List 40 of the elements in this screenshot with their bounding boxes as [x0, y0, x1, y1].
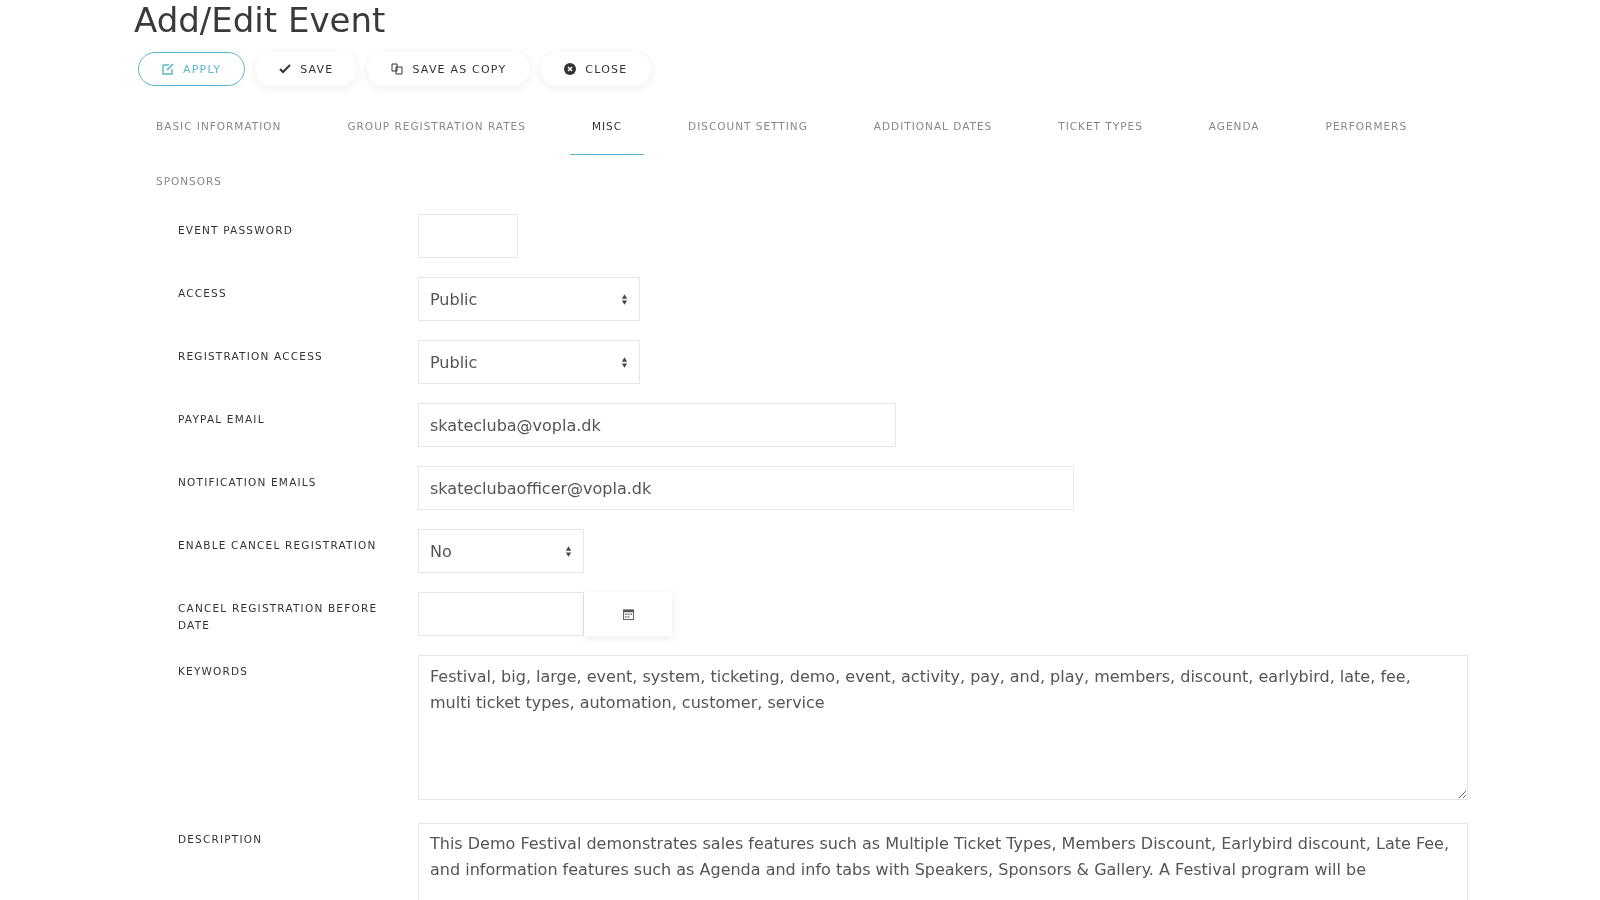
sort-arrows-icon [621, 293, 628, 305]
field-label: ACCESS [178, 286, 228, 301]
password-field[interactable] [418, 214, 518, 258]
check-icon [279, 63, 292, 75]
select-field[interactable]: Public [418, 340, 640, 384]
text-field[interactable]: skateclubaofficer@vopla.dk [418, 466, 1074, 510]
tab[interactable]: MISC [569, 100, 645, 155]
calendar-button[interactable] [584, 592, 672, 636]
copy-icon [391, 63, 404, 75]
field-label: ENABLE CANCEL REGISTRATION [178, 538, 378, 553]
copy-button[interactable]: SAVE AS COPY [367, 52, 531, 86]
save-button[interactable]: SAVE [255, 52, 358, 86]
field-label: REGISTRATION ACCESS [178, 349, 324, 364]
tab[interactable]: DISCOUNT SETTING [666, 100, 830, 155]
field-label: EVENT PASSWORD [178, 223, 295, 238]
tab[interactable]: GROUP REGISTRATION RATES [325, 100, 548, 155]
select-field[interactable]: No [418, 529, 584, 573]
date-field[interactable] [418, 592, 584, 636]
tab[interactable]: ADDITIONAL DATES [851, 100, 1015, 155]
page-title: Add/Edit Event [134, 0, 387, 40]
select-field[interactable]: Public [418, 277, 640, 321]
field-label: PAYPAL EMAIL [178, 412, 266, 427]
keywords-field[interactable]: Festival, big, large, event, system, ticketing, demo, event, activity, pay, and, play, members, discount, earlybird, late, fee, multi ticket types, automation, customer, service [418, 655, 1468, 800]
field-label: NOTIFICATION EMAILS [178, 475, 318, 490]
field-label: KEYWORDS [178, 664, 250, 679]
tab[interactable]: AGENDA [1186, 100, 1282, 155]
close-button[interactable]: CLOSE [540, 52, 652, 86]
field-label: DESCRIPTION [178, 832, 264, 847]
tab[interactable]: SPONSORS [134, 155, 244, 210]
tab[interactable]: BASIC INFORMATION [134, 100, 304, 155]
field-label: CANCEL REGISTRATION BEFORE DATE [178, 601, 379, 633]
calendar-icon [622, 608, 634, 620]
tab[interactable]: TICKET TYPES [1036, 100, 1165, 155]
edit-icon [162, 63, 174, 75]
text-field[interactable]: skatecluba@vopla.dk [418, 403, 896, 447]
close-icon [564, 63, 577, 75]
sort-arrows-icon [621, 356, 628, 368]
tab[interactable]: PERFORMERS [1303, 100, 1430, 155]
sort-arrows-icon [565, 545, 572, 557]
description-field[interactable]: This Demo Festival demonstrates sales features such as Multiple Ticket Types, Members Discount, Earlybird discount, Late Fee, and information features such as Agenda and info tabs with Speakers, Sponsors & Gallery. A Festival program will be [418, 823, 1468, 900]
